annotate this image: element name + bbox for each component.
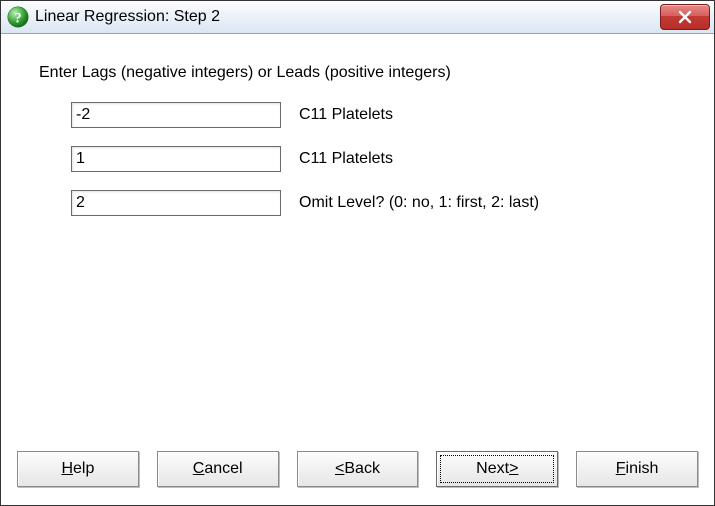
window-title: Linear Regression: Step 2	[35, 8, 220, 26]
instruction-text: Enter Lags (negative integers) or Leads …	[39, 64, 684, 82]
dialog-content: Enter Lags (negative integers) or Leads …	[1, 34, 714, 451]
btn-post: ancel	[204, 460, 242, 478]
field-label: Omit Level? (0: no, 1: first, 2: last)	[299, 194, 539, 212]
dialog-window: ? Linear Regression: Step 2 Enter Lags (…	[0, 0, 715, 506]
omit-level-input[interactable]	[71, 190, 281, 216]
help-button[interactable]: Help	[17, 451, 139, 487]
lag-input-1[interactable]	[71, 146, 281, 172]
titlebar: ? Linear Regression: Step 2	[1, 1, 714, 34]
close-button[interactable]	[660, 4, 710, 30]
lag-input-0[interactable]	[71, 102, 281, 128]
svg-text:?: ?	[14, 11, 22, 27]
field-row: C11 Platelets	[71, 146, 684, 172]
fields-area: C11 Platelets C11 Platelets Omit Level? …	[71, 102, 684, 216]
close-icon	[677, 10, 693, 24]
field-label: C11 Platelets	[299, 150, 393, 168]
field-row: Omit Level? (0: no, 1: first, 2: last)	[71, 190, 684, 216]
btn-post: Back	[344, 460, 380, 478]
btn-hot: H	[61, 460, 73, 478]
btn-hot: C	[193, 460, 205, 478]
btn-post: inish	[626, 460, 659, 478]
button-bar: Help Cancel < Back Next > Finish	[1, 451, 714, 505]
question-icon: ?	[7, 6, 29, 28]
btn-hot: F	[616, 460, 626, 478]
btn-hot: >	[509, 460, 518, 478]
finish-button[interactable]: Finish	[576, 451, 698, 487]
btn-post: elp	[73, 460, 94, 478]
next-button[interactable]: Next >	[436, 451, 558, 487]
back-button[interactable]: < Back	[297, 451, 419, 487]
btn-pre: Next	[476, 460, 509, 478]
cancel-button[interactable]: Cancel	[157, 451, 279, 487]
btn-hot: <	[335, 460, 344, 478]
field-label: C11 Platelets	[299, 106, 393, 124]
field-row: C11 Platelets	[71, 102, 684, 128]
